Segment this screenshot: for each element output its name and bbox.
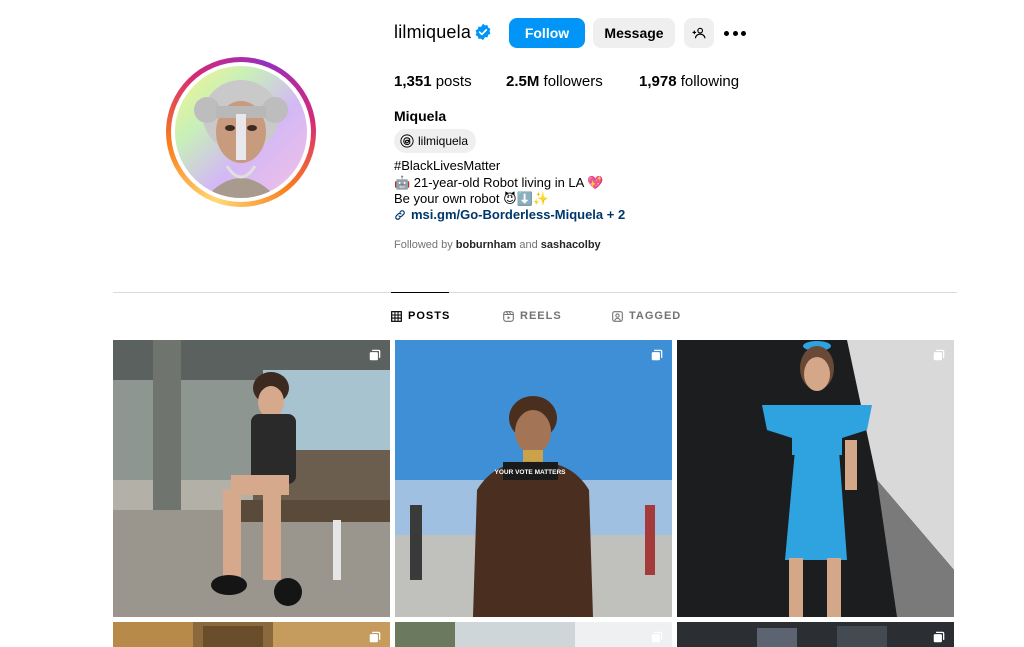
profile-full-name: Miquela (394, 108, 447, 124)
reels-icon (503, 310, 514, 322)
active-tab-indicator (391, 292, 449, 293)
bio-link-row[interactable]: msi.gm/Go-Borderless-Miquela + 2 (394, 207, 625, 223)
follow-button[interactable]: Follow (509, 18, 585, 48)
threads-handle: lilmiquela (418, 134, 469, 148)
threads-badge[interactable]: lilmiquela (394, 129, 477, 153)
following-count[interactable]: 1,978 following (639, 73, 739, 90)
post-tile[interactable]: YOUR VOTE MATTERS (395, 340, 672, 617)
add-user-button[interactable] (684, 18, 714, 48)
avatar-portrait (194, 80, 288, 198)
post-image-outdoor (395, 622, 672, 647)
multiple-posts-icon (933, 631, 945, 643)
posts-count: 1,351 posts (394, 73, 472, 90)
post-image-street-bench (113, 340, 390, 617)
bio-line-description: 🤖 21-year-old Robot living in LA 💖 (394, 175, 604, 190)
multiple-posts-icon (369, 631, 381, 643)
add-user-icon (692, 27, 706, 39)
bio-line-tagline: Be your own robot 😈⬇️✨ (394, 191, 550, 206)
threads-icon (400, 134, 414, 148)
tabs-divider (113, 292, 957, 293)
multiple-posts-icon (651, 631, 663, 643)
followed-by[interactable]: Followed by boburnham and sashacolby (394, 239, 601, 251)
post-image-interior (113, 622, 390, 647)
vote-sign-text: YOUR VOTE MATTERS (494, 469, 566, 476)
grid-icon (391, 310, 402, 322)
message-button[interactable]: Message (593, 18, 675, 48)
story-ring[interactable] (166, 57, 316, 207)
post-tile[interactable] (395, 622, 672, 647)
link-icon (395, 210, 405, 220)
multiple-posts-icon (369, 349, 381, 361)
verified-badge-icon (475, 23, 491, 41)
bio-link[interactable]: msi.gm/Go-Borderless-Miquela + 2 (411, 207, 625, 223)
more-options-icon[interactable] (724, 24, 746, 42)
post-tile[interactable] (113, 340, 390, 617)
story-ring-gap (171, 62, 311, 202)
profile-avatar[interactable] (175, 66, 307, 198)
post-tile[interactable] (113, 622, 390, 647)
followers-count[interactable]: 2.5M followers (506, 73, 603, 90)
post-image-blue-dress (677, 340, 954, 617)
tab-reels[interactable]: REELS (503, 310, 562, 322)
tab-posts[interactable]: POSTS (391, 310, 450, 322)
post-tile[interactable] (677, 340, 954, 617)
bio-line-hashtag[interactable]: #BlackLivesMatter (394, 158, 500, 174)
multiple-posts-icon (651, 349, 663, 361)
post-tile[interactable] (677, 622, 954, 647)
post-image-vote-sign: YOUR VOTE MATTERS (395, 340, 672, 617)
tab-tagged[interactable]: TAGGED (612, 310, 681, 322)
post-image-dark-room (677, 622, 954, 647)
profile-username: lilmiquela (394, 22, 472, 42)
multiple-posts-icon (933, 349, 945, 361)
tagged-icon (612, 310, 623, 322)
